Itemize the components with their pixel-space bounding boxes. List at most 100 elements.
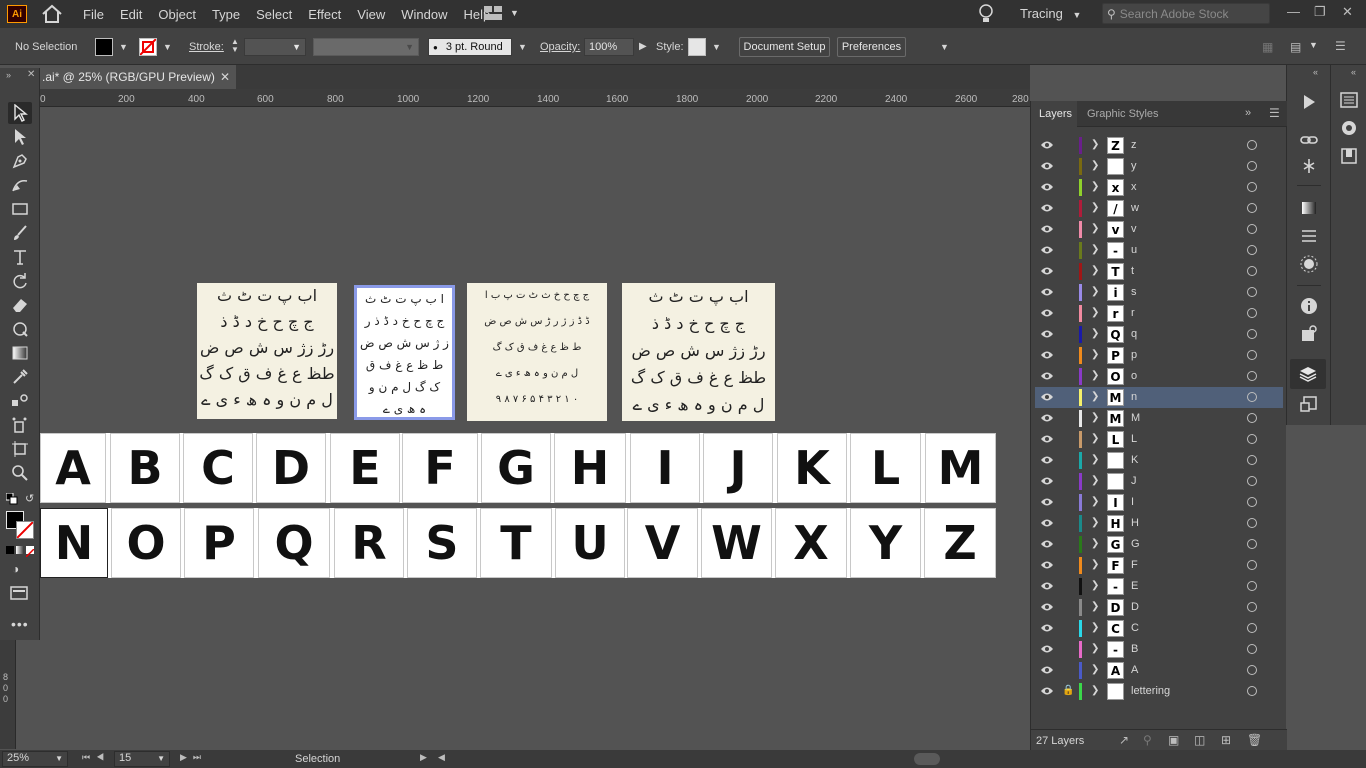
layer-target-circle[interactable] (1247, 434, 1257, 444)
stroke-label[interactable]: Stroke: (189, 41, 224, 53)
make-clipping-mask-icon[interactable]: ▣ (1168, 733, 1179, 747)
layers-panel-button[interactable] (1290, 359, 1326, 389)
lock-icon[interactable]: 🔒 (1062, 685, 1074, 696)
expand-layer-chevron-icon[interactable]: ❯ (1091, 286, 1099, 297)
letter-tile-u[interactable]: U (555, 508, 625, 578)
style-dropdown-icon[interactable]: ▼ (712, 42, 721, 52)
visibility-eye-icon[interactable] (1041, 434, 1053, 444)
expand-layer-chevron-icon[interactable]: ❯ (1091, 181, 1099, 192)
fill-dropdown-icon[interactable]: ▼ (119, 42, 128, 52)
letter-tile-b[interactable]: B (110, 433, 180, 503)
layer-row-f[interactable]: ❯ F F (1035, 555, 1283, 576)
arrange-dropdown-icon[interactable]: ▼ (940, 42, 949, 52)
layer-target-circle[interactable] (1247, 665, 1257, 675)
none-mode-icon[interactable] (25, 546, 35, 558)
asset-export-icon[interactable] (1300, 325, 1318, 343)
visibility-eye-icon[interactable] (1041, 266, 1053, 276)
layer-name[interactable]: M (1131, 412, 1140, 424)
layer-name[interactable]: E (1131, 580, 1138, 592)
variable-width-profile[interactable]: ▼ (313, 38, 419, 56)
layer-target-circle[interactable] (1247, 266, 1257, 276)
layer-name[interactable]: w (1131, 202, 1139, 214)
pen-tool[interactable] (8, 150, 32, 172)
layer-name[interactable]: t (1131, 265, 1134, 277)
zoom-field[interactable]: 25% ▼ (2, 751, 68, 767)
letter-tile-d[interactable]: D (256, 433, 326, 503)
arrange-documents-button[interactable]: ▼ (484, 6, 519, 20)
letter-tile-f[interactable]: F (402, 433, 478, 503)
menu-type[interactable]: Type (204, 7, 248, 22)
expand-layer-chevron-icon[interactable]: ❯ (1091, 223, 1099, 234)
layer-target-circle[interactable] (1247, 161, 1257, 171)
close-window-button[interactable]: ✕ (1342, 4, 1353, 20)
layer-row-i[interactable]: ❯ I I (1035, 492, 1283, 513)
layer-target-circle[interactable] (1247, 455, 1257, 465)
layer-row-h[interactable]: ❯ H H (1035, 513, 1283, 534)
layer-target-circle[interactable] (1247, 329, 1257, 339)
expand-layer-chevron-icon[interactable]: ❯ (1091, 370, 1099, 381)
expand-layer-chevron-icon[interactable]: ❯ (1091, 307, 1099, 318)
layer-name[interactable]: n (1131, 391, 1137, 403)
layer-name[interactable]: p (1131, 349, 1137, 361)
selection-tool[interactable] (8, 102, 32, 124)
horizontal-ruler[interactable]: 0 200 400 600 800 1000 1200 1400 1600 1800 2000 220… (40, 89, 1030, 107)
expand-layer-chevron-icon[interactable]: ❯ (1091, 559, 1099, 570)
layer-row-z[interactable]: ❯ Zz (1035, 135, 1283, 156)
edit-toolbar-icon[interactable]: ••• (11, 616, 29, 632)
layer-name[interactable]: z (1131, 139, 1137, 151)
layer-target-circle[interactable] (1247, 497, 1257, 507)
urdu-reference-image[interactable]: ا ب پ ت ٹ ث ج چ ح خ د ڈ ذ ر ز ژ س ش ص ض ط ظ… (354, 285, 455, 420)
layer-row-w[interactable]: ❯ / w (1035, 198, 1283, 219)
menu-view[interactable]: View (349, 7, 393, 22)
new-layer-icon[interactable]: ⊞ (1221, 733, 1231, 747)
layer-row-o[interactable]: ❯ Oo (1035, 366, 1283, 387)
expand-layer-chevron-icon[interactable]: ❯ (1091, 412, 1099, 423)
visibility-eye-icon[interactable] (1041, 371, 1053, 381)
graphic-style-swatch[interactable] (688, 38, 706, 56)
layer-name[interactable]: r (1131, 307, 1135, 319)
stroke-panel-icon[interactable] (1300, 227, 1318, 245)
expand-layer-chevron-icon[interactable]: ❯ (1091, 517, 1099, 528)
layer-target-circle[interactable] (1247, 287, 1257, 297)
visibility-eye-icon[interactable] (1041, 560, 1053, 570)
brush-definition[interactable]: ● 3 pt. Round (428, 38, 512, 56)
expand-layer-chevron-icon[interactable]: ❯ (1091, 244, 1099, 255)
artboard-next-last[interactable]: ▶⏭ (180, 752, 207, 763)
symbol-sprayer-tool[interactable] (8, 414, 32, 436)
layer-row-r[interactable]: ❯ r r (1035, 303, 1283, 324)
layer-name[interactable]: s (1131, 286, 1137, 298)
layer-name[interactable]: v (1131, 223, 1137, 235)
layer-target-circle[interactable] (1247, 539, 1257, 549)
layer-name[interactable]: G (1131, 538, 1140, 550)
letter-tile-p[interactable]: P (184, 508, 254, 578)
urdu-reference-image[interactable]: اب پ ت ٹ ث ج چ ح خ د ڈ ذ رڑ زژ س ش ص ض طظ ع… (197, 283, 337, 419)
collapse-strip-icon[interactable]: « (1313, 67, 1318, 77)
letter-tile-y[interactable]: Y (850, 508, 921, 578)
delete-layer-icon[interactable]: 🗑 (1247, 733, 1262, 747)
tab-graphic-styles[interactable]: Graphic Styles (1087, 108, 1159, 120)
preferences-button[interactable]: Preferences (837, 37, 906, 57)
opacity-expand-icon[interactable]: ▶ (639, 41, 647, 52)
layer-name[interactable]: A (1131, 664, 1138, 676)
layer-name[interactable]: y (1131, 160, 1137, 172)
free-transform-tool[interactable] (8, 318, 32, 340)
layer-target-circle[interactable] (1247, 140, 1257, 150)
layer-row-m[interactable]: ❯ M M (1035, 408, 1283, 429)
artboard-first-prev[interactable]: ⏮◀ (82, 752, 110, 763)
artboard-tool[interactable] (8, 438, 32, 460)
layer-row-a[interactable]: ❯ A A (1035, 660, 1283, 681)
zoom-tool[interactable] (8, 462, 32, 484)
actions-play-icon[interactable] (1300, 93, 1318, 111)
layer-target-circle[interactable] (1247, 644, 1257, 654)
opacity-field[interactable]: 100% (584, 38, 634, 56)
letter-tile-j[interactable]: J (703, 433, 773, 503)
expand-layer-chevron-icon[interactable]: ❯ (1091, 685, 1099, 696)
expand-layer-chevron-icon[interactable]: ❯ (1091, 349, 1099, 360)
layer-name[interactable]: F (1131, 559, 1138, 571)
distribute-icon[interactable]: ▤ (1290, 40, 1301, 54)
restore-button[interactable]: ❐ (1314, 4, 1326, 20)
letter-tile-w[interactable]: W (701, 508, 772, 578)
layer-name[interactable]: D (1131, 601, 1139, 613)
expand-layer-chevron-icon[interactable]: ❯ (1091, 580, 1099, 591)
expand-layer-chevron-icon[interactable]: ❯ (1091, 454, 1099, 465)
